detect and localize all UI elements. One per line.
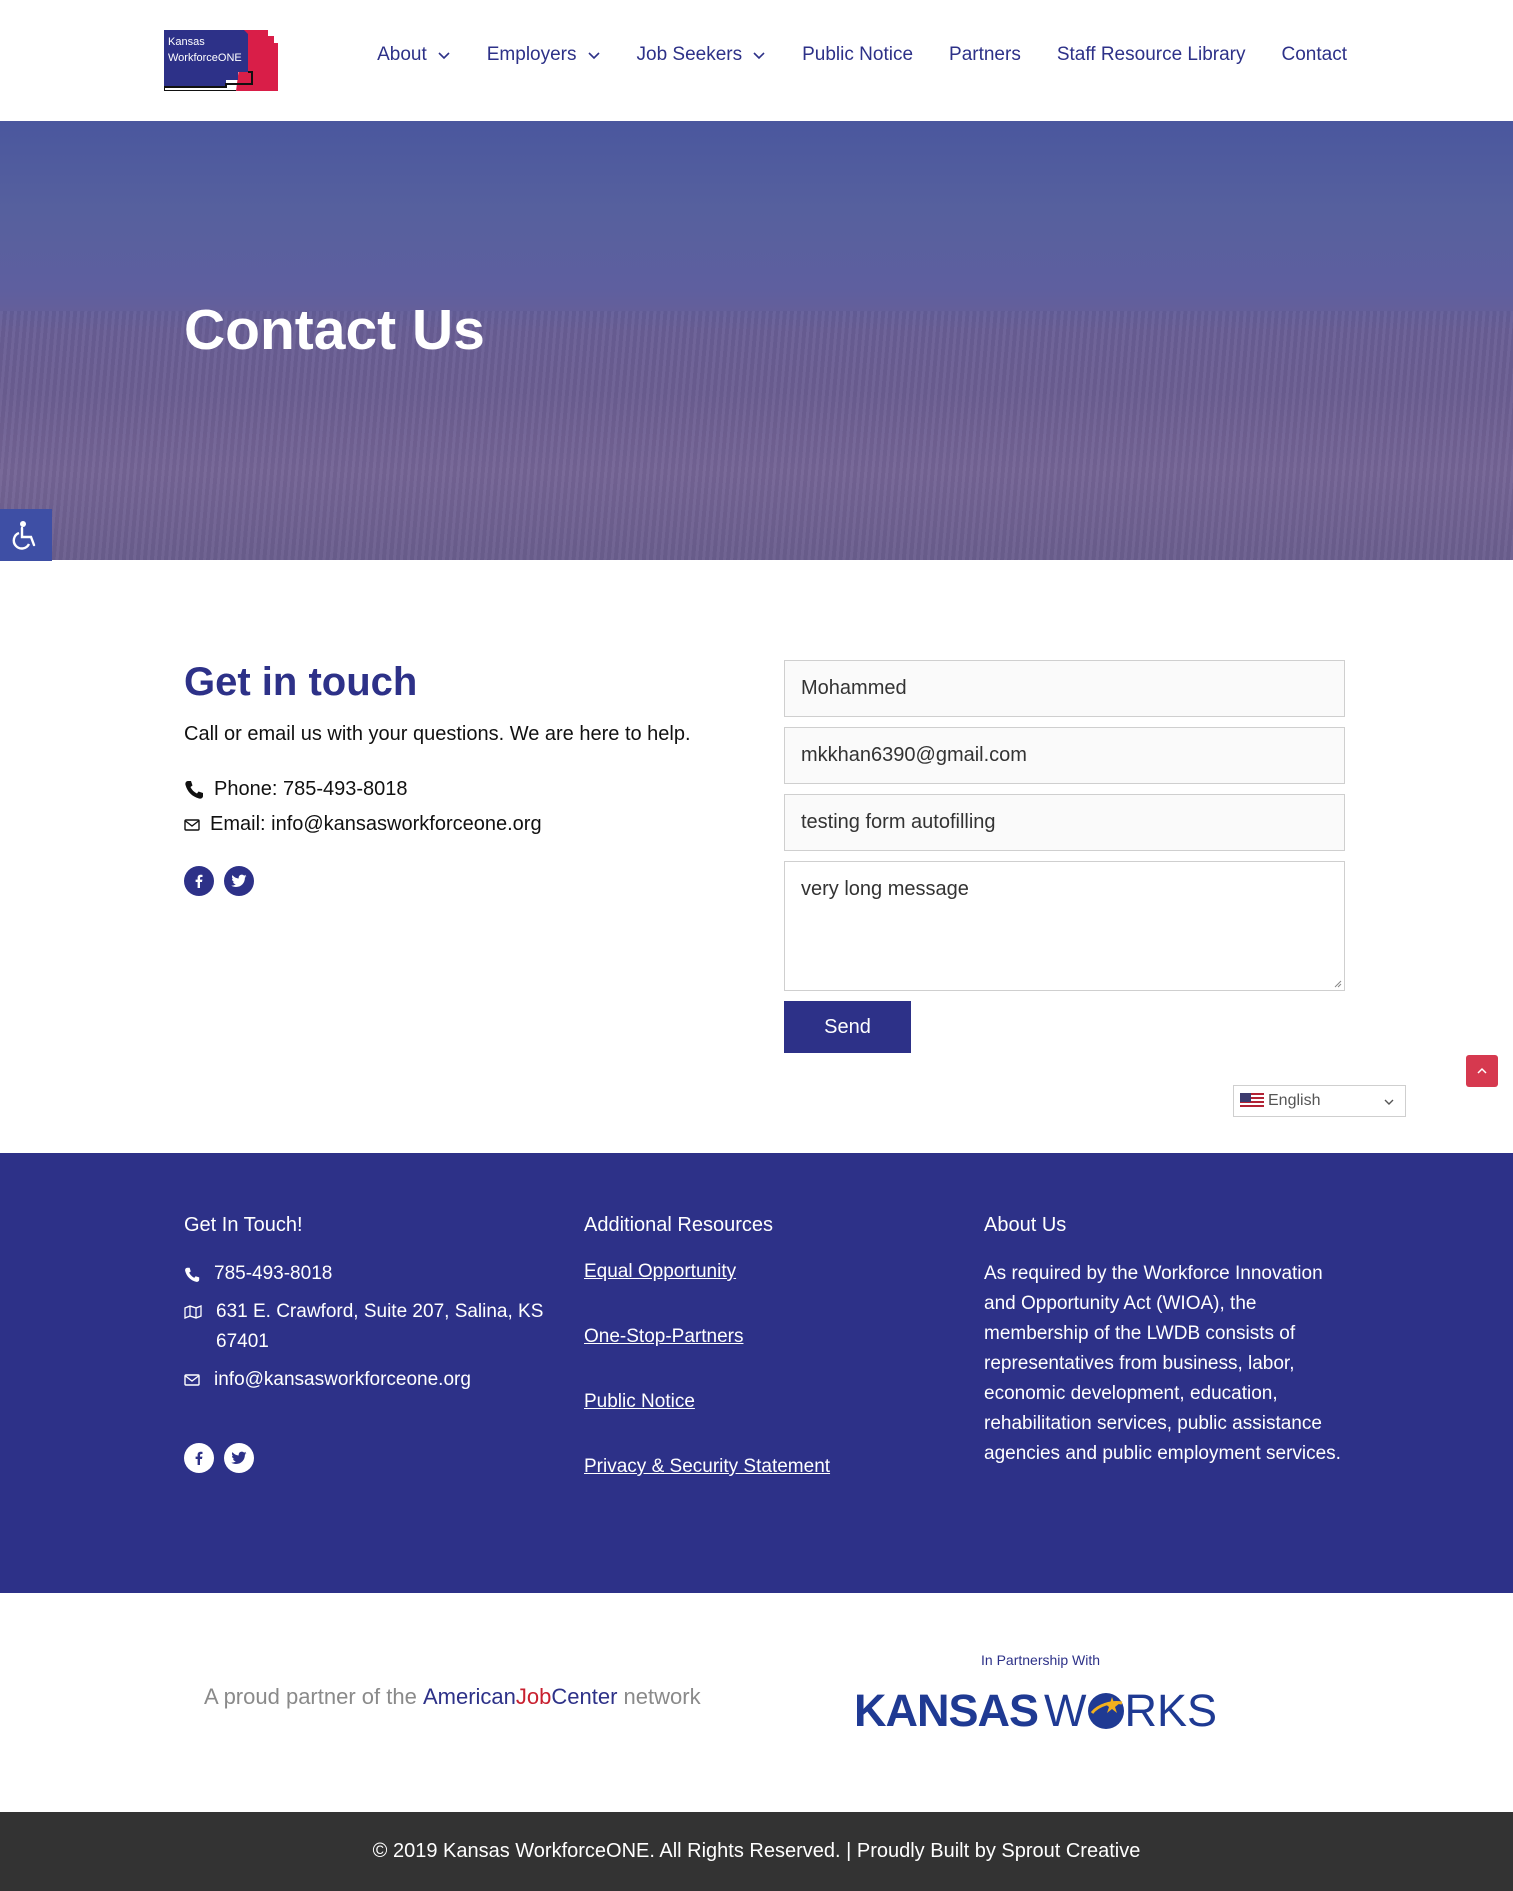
contact-email[interactable]: Email: info@kansasworkforceone.org: [184, 813, 542, 836]
nav-item-contact[interactable]: Contact: [1282, 44, 1347, 66]
kansasworks-logo[interactable]: KANSAS W RKS: [854, 1685, 1217, 1737]
site-footer: Get In Touch! Additional Resources About…: [0, 1153, 1513, 1593]
facebook-icon[interactable]: [184, 866, 214, 896]
map-icon: [184, 1305, 202, 1319]
subject-field[interactable]: testing form autofilling: [784, 794, 1345, 851]
kansasworks-o-star-icon: [1087, 1693, 1124, 1729]
phone-icon: [185, 1267, 200, 1282]
ajc-american: American: [422, 1684, 516, 1709]
nav-label: Contact: [1281, 44, 1347, 65]
chevron-down-icon: [1384, 1099, 1394, 1105]
copyright-bar: © 2019 Kansas WorkforceONE. All Rights R…: [0, 1812, 1513, 1891]
name-field[interactable]: Mohammed: [784, 660, 1345, 717]
nav-item-public-notice[interactable]: Public Notice: [802, 44, 913, 66]
kansasworks-kansas: KANSAS: [854, 1685, 1039, 1736]
ajc-suffix: network: [623, 1684, 701, 1709]
contact-phone[interactable]: Phone: 785-493-8018: [184, 778, 408, 801]
subject-field-value: testing form autofilling: [801, 811, 996, 833]
facebook-icon[interactable]: [184, 1443, 214, 1473]
message-textarea[interactable]: very long message: [784, 861, 1345, 991]
twitter-icon[interactable]: [224, 866, 254, 896]
language-selected: English: [1268, 1092, 1321, 1109]
site-header: Kansas WorkforceONE About Employers Job …: [0, 0, 1513, 121]
footer-link-one-stop-partners[interactable]: One-Stop-Partners: [584, 1326, 743, 1348]
hero-banner: Contact Us: [0, 121, 1513, 560]
accessibility-toolbar-button[interactable]: [0, 509, 52, 561]
in-partnership-label: In Partnership With: [981, 1652, 1101, 1668]
chevron-down-icon: [753, 52, 765, 60]
footer-email[interactable]: info@kansasworkforceone.org: [184, 1365, 471, 1395]
american-job-center-logo[interactable]: A proud partner of the American Job Center…: [204, 1684, 701, 1710]
nav-label: Partners: [949, 44, 1021, 65]
main-nav: About Employers Job Seekers Public Notic…: [341, 44, 1347, 66]
phone-icon: [185, 780, 203, 799]
footer-phone-text: 785-493-8018: [214, 1263, 333, 1284]
kansasworks-rks: RKS: [1124, 1685, 1218, 1736]
nav-label: Staff Resource Library: [1056, 44, 1246, 65]
nav-item-partners[interactable]: Partners: [949, 44, 1021, 66]
ajc-job: Job: [515, 1684, 552, 1709]
send-button[interactable]: Send: [784, 1001, 911, 1053]
email-field[interactable]: mkkhan6390@gmail.com: [784, 727, 1345, 784]
nav-label: About: [377, 44, 427, 65]
resize-grip-icon[interactable]: [1333, 979, 1342, 988]
name-field-value: Mohammed: [801, 677, 907, 699]
nav-item-about[interactable]: About: [377, 44, 451, 66]
nav-item-employers[interactable]: Employers: [487, 44, 601, 66]
language-selector[interactable]: English: [1233, 1085, 1406, 1117]
nav-label: Employers: [486, 44, 577, 65]
footer-link-privacy-security[interactable]: Privacy & Security Statement: [584, 1456, 830, 1478]
contact-social-links: [184, 866, 264, 896]
copyright-text: © 2019 Kansas WorkforceONE. All Rights R…: [372, 1840, 1141, 1862]
message-textarea-value: very long message: [801, 878, 969, 900]
footer-resources-heading: Additional Resources: [584, 1214, 773, 1236]
us-flag-icon: [1240, 1093, 1264, 1109]
nav-item-staff-resource-library[interactable]: Staff Resource Library: [1057, 44, 1246, 66]
page-title: Contact Us: [184, 298, 485, 362]
envelope-icon: [184, 1374, 200, 1386]
footer-email-text: info@kansasworkforceone.org: [214, 1369, 471, 1390]
footer-about-text: As required by the Workforce Innovation …: [984, 1263, 1341, 1464]
kansas-workforceone-logo[interactable]: Kansas WorkforceONE: [163, 30, 278, 92]
logo-text-line1: Kansas: [168, 36, 205, 48]
nav-item-job-seekers[interactable]: Job Seekers: [637, 44, 767, 66]
get-in-touch-subtitle: Call or email us with your questions. We…: [184, 723, 691, 745]
nav-label: Job Seekers: [636, 44, 743, 65]
chevron-up-icon: [1477, 1067, 1487, 1074]
footer-link-public-notice[interactable]: Public Notice: [584, 1391, 695, 1413]
nav-label: Public Notice: [802, 44, 914, 65]
ajc-prefix: A proud partner of the: [204, 1684, 417, 1709]
ajc-center: Center: [551, 1684, 618, 1709]
email-field-value: mkkhan6390@gmail.com: [801, 744, 1027, 766]
kansasworks-w: W: [1044, 1685, 1087, 1736]
chevron-down-icon: [438, 52, 450, 60]
scroll-to-top-button[interactable]: [1466, 1055, 1498, 1087]
wheelchair-icon: [12, 521, 36, 550]
twitter-icon[interactable]: [224, 1443, 254, 1473]
footer-address-text: 631 E. Crawford, Suite 207, Salina, KS 6…: [216, 1301, 544, 1352]
footer-phone[interactable]: 785-493-8018: [184, 1259, 332, 1289]
logo-text-line2: WorkforceONE: [168, 52, 242, 64]
footer-link-equal-opportunity[interactable]: Equal Opportunity: [584, 1261, 736, 1283]
contact-email-text: Email: info@kansasworkforceone.org: [210, 813, 542, 835]
footer-social-links: [184, 1443, 264, 1473]
chevron-down-icon: [587, 52, 600, 60]
get-in-touch-heading: Get in touch: [184, 660, 418, 704]
footer-about-heading: About Us: [984, 1214, 1067, 1236]
contact-phone-text: Phone: 785-493-8018: [214, 778, 408, 800]
envelope-icon: [184, 818, 200, 831]
footer-get-in-touch-heading: Get In Touch!: [184, 1214, 303, 1236]
footer-address: 631 E. Crawford, Suite 207, Salina, KS 6…: [184, 1297, 544, 1357]
